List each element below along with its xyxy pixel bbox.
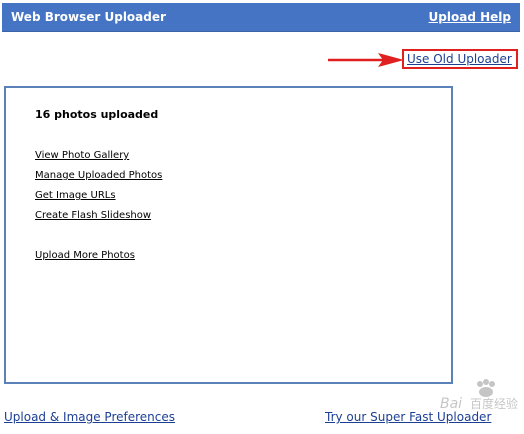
manage-uploaded-photos-link[interactable]: Manage Uploaded Photos xyxy=(35,170,162,181)
upload-help-link[interactable]: Upload Help xyxy=(429,10,511,24)
svg-text:Bai: Bai xyxy=(440,396,462,412)
get-image-urls-link[interactable]: Get Image URLs xyxy=(35,190,116,201)
use-old-uploader-link[interactable]: Use Old Uploader xyxy=(407,52,512,66)
baidu-watermark-logo: Bai 百度经验 xyxy=(440,379,518,412)
svg-text:百度经验: 百度经验 xyxy=(470,396,518,411)
red-arrow-icon xyxy=(328,53,404,67)
upload-result-panel xyxy=(4,86,453,384)
create-flash-slideshow-link[interactable]: Create Flash Slideshow xyxy=(35,210,151,221)
header-title: Web Browser Uploader xyxy=(11,10,166,24)
header-bar: Web Browser Uploader Upload Help xyxy=(2,3,520,32)
upload-more-photos-link[interactable]: Upload More Photos xyxy=(35,250,135,261)
upload-preferences-link[interactable]: Upload & Image Preferences xyxy=(4,410,175,424)
upload-status: 16 photos uploaded xyxy=(35,108,159,121)
view-photo-gallery-link[interactable]: View Photo Gallery xyxy=(35,150,129,161)
uploader-page: Web Browser Uploader Upload Help Use Old… xyxy=(0,0,524,434)
